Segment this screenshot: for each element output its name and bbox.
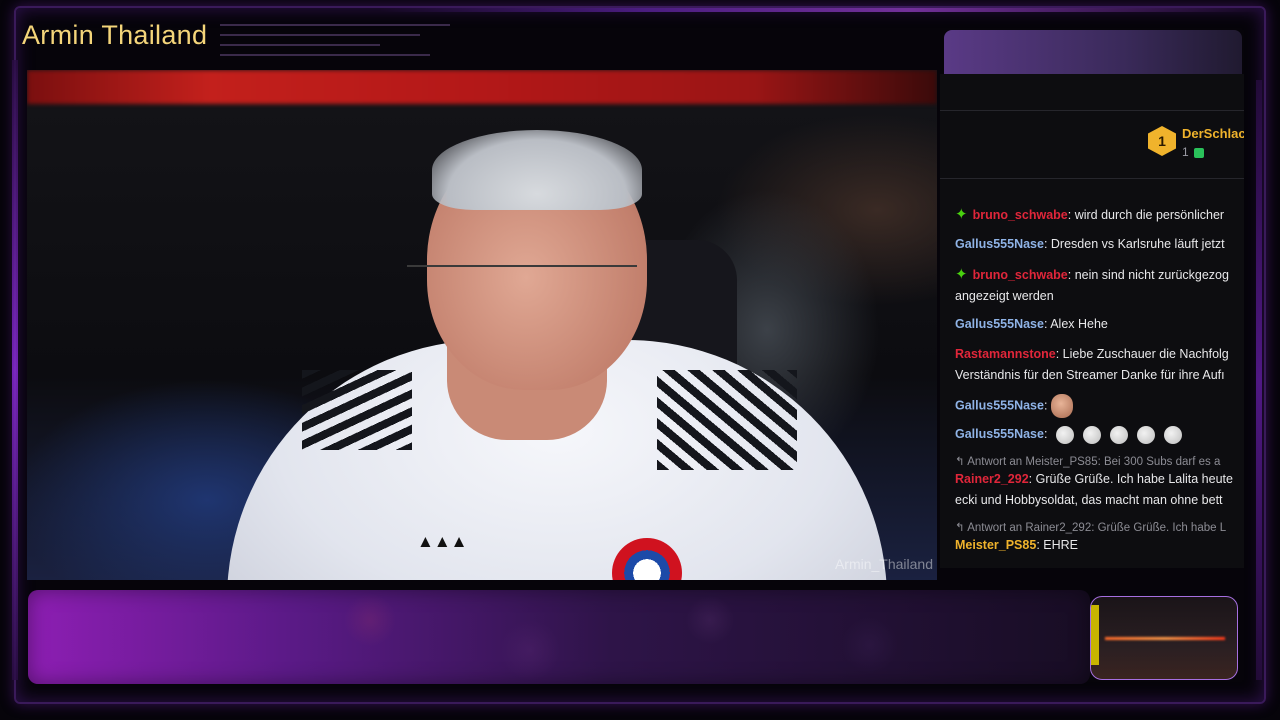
top-light-streak [380,8,1260,12]
frame-glow-left [12,60,18,680]
duck-emote-icon [1056,425,1075,444]
chat-text: : Grüße Grüße. Ich habe Lalita heute [1028,472,1233,486]
decor-line [220,54,430,56]
reply-reference: ↰ Antwort an Rainer2_292: Grüße Grüße. I… [955,520,1226,534]
chat-header-strip [944,30,1242,74]
chat-divider [940,110,1244,111]
chat-message: Meister_PS85: EHRE [955,535,1244,556]
chat-text: : EHRE [1036,538,1078,552]
chat-message: Gallus555Nase: Alex Hehe [955,314,1244,335]
adidas-logo: ▲▲▲ [417,532,468,551]
chat-username[interactable]: Rainer2_292 [955,472,1029,486]
sparkle-icon: ✦ [955,266,968,283]
chat-message: Gallus555Nase: [955,424,1244,445]
chat-text: : wird durch die persönlicher [1067,208,1225,222]
chat-text: : Liebe Zuschauer die Nachfolg [1055,347,1229,361]
glasses [407,265,637,307]
chat-text-continued: ecki und Hobbysoldat, das macht man ohne… [955,493,1223,507]
stream-video[interactable]: ▲▲▲ Armin_Thailand [27,70,937,580]
reply-text: Antwort an Meister_PS85: Bei 300 Subs da… [967,456,1221,468]
reply-text: Antwort an Rainer2_292: Grüße Grüße. Ich… [967,522,1227,534]
bottom-bokeh [250,590,1090,684]
reply-icon: ↰ [955,522,968,534]
chat-text: : nein sind nicht zurückgezog [1067,268,1229,282]
chat-message: Gallus555Nase: Dresden vs Karlsruhe läuf… [955,234,1244,255]
duck-emote-icon [1164,425,1183,444]
background-red-light [27,70,937,104]
chat-username[interactable]: Gallus555Nase [955,237,1044,251]
shirt-stripes-right [657,370,797,470]
chat-message: ✦ bruno_schwabe: wird durch die persönlic… [955,204,1244,226]
reply-icon: ↰ [955,456,968,468]
frame-glow-right [1256,80,1262,680]
sparkle-icon: ✦ [955,206,968,223]
gift-icon [1194,148,1204,158]
shirt-stripes-left [302,370,412,450]
chat-divider [940,178,1244,179]
reply-reference: ↰ Antwort an Meister_PS85: Bei 300 Subs … [955,454,1220,468]
chat-text: : [1043,427,1048,441]
chat-message: Rainer2_292: Grüße Grüße. Ich habe Lalit… [955,469,1244,511]
chat-username[interactable]: Gallus555Nase [955,398,1044,412]
chat-text: : [1043,398,1048,413]
chat-username[interactable]: Gallus555Nase [955,427,1044,441]
camera-yellow-object [1091,605,1099,665]
duck-emote-icon [1137,425,1156,444]
chat-message: Rastamannstone: Liebe Zuschauer die Nach… [955,344,1244,386]
rank-badge-icon: 1 [1148,126,1176,156]
leaderboard-entry[interactable]: 1 DerSchlac 1 [1148,126,1244,162]
chat-panel: 1 DerSchlac 1 ✦ bruno_schwabe: wird durch… [940,74,1244,568]
decor-line [220,24,450,26]
chat-username[interactable]: bruno_schwabe [973,208,1068,222]
leaderboard-name: DerSchlac [1182,126,1244,141]
chat-text-continued: Verständnis für den Streamer Danke für i… [955,368,1225,382]
leaderboard-count: 1 [1182,145,1189,159]
chat-username[interactable]: Meister_PS85 [955,538,1036,552]
duck-emote-icon [1083,425,1102,444]
chat-username[interactable]: Gallus555Nase [955,317,1044,331]
video-watermark: Armin_Thailand [834,556,933,572]
chat-username[interactable]: bruno_schwabe [973,268,1068,282]
chat-text: : Dresden vs Karlsruhe läuft jetzt [1043,237,1225,251]
camera-light-streak [1105,637,1225,640]
face-emote-icon [1051,394,1074,418]
chat-text-continued: angezeigt werden [955,289,1054,303]
decor-line [220,34,420,36]
chat-message: ✦ bruno_schwabe: nein sind nicht zurückge… [955,264,1244,307]
chat-username[interactable]: Rastamannstone [955,347,1056,361]
streamer-hair [432,130,642,210]
chat-message: Gallus555Nase: [955,394,1244,418]
chat-text: : Alex Hehe [1043,317,1108,331]
channel-title: Armin Thailand [22,20,208,50]
secondary-camera-feed[interactable] [1090,596,1238,680]
duck-emote-icon [1110,425,1129,444]
decor-line [220,44,380,46]
